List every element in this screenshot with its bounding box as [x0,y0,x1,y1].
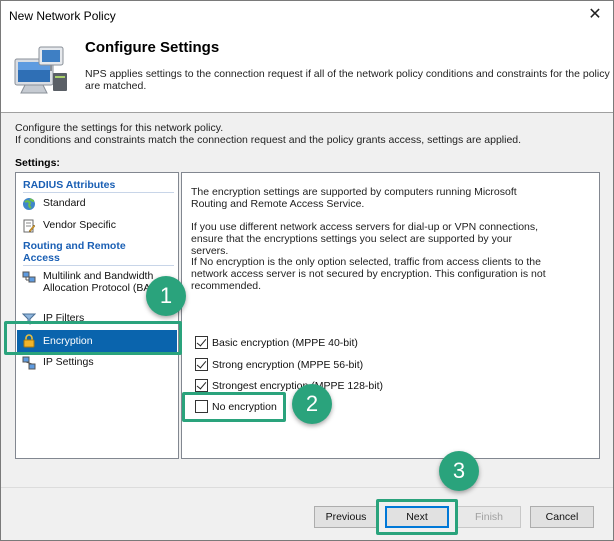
nav-item-vendor-specific[interactable]: Vendor Specific [22,219,174,233]
nav-item-multilink-label: Multilink and Bandwidth Allocation Proto… [43,270,161,294]
group-divider [23,265,174,266]
encryption-info-text: The encryption settings are supported by… [191,186,517,210]
cancel-button[interactable]: Cancel [530,506,594,528]
footer-divider [1,487,613,488]
strong-encryption-checkbox[interactable]: Strong encryption (MPPE 56-bit) [195,358,363,371]
intro-text: Configure the settings for this network … [15,122,605,146]
next-highlight [376,499,458,535]
group-routing-remote-access: Routing and Remote Access [23,240,126,264]
network-computer-icon [14,46,67,94]
step-3-badge: 3 [439,451,479,491]
step-1-badge: 1 [146,276,186,316]
encryption-highlight [4,321,182,355]
document-edit-icon [23,219,36,233]
previous-button[interactable]: Previous [314,506,378,528]
header-description: NPS applies settings to the connection r… [85,68,610,92]
strongest-encryption-checkbox[interactable]: Strongest encryption (MPPE 128-bit) [195,379,383,392]
nav-item-ip-settings-label: IP Settings [43,356,94,368]
close-icon[interactable]: ✕ [585,5,605,25]
no-encryption-warning-text: If No encryption is the only option sele… [191,256,546,292]
wizard-header: Configure Settings NPS applies settings … [1,31,613,113]
network-access-servers-text: If you use different network access serv… [191,221,539,257]
group-divider [23,192,174,193]
nav-item-vendor-specific-label: Vendor Specific [43,219,116,231]
network-link-icon [22,271,36,283]
basic-encryption-checkbox[interactable]: Basic encryption (MPPE 40-bit) [195,336,358,349]
page-title: Configure Settings [85,39,220,56]
step-2-badge: 2 [292,384,332,424]
checkbox-label: Basic encryption (MPPE 40-bit) [212,336,358,349]
group-radius-attributes: RADIUS Attributes [23,179,116,191]
intro-line-2: If conditions and constraints match the … [15,134,522,146]
settings-label: Settings: [15,157,60,169]
title-bar: New Network Policy ✕ [1,1,613,31]
nav-item-standard[interactable]: Standard [22,197,174,211]
new-network-policy-dialog: New Network Policy ✕ Configure Settings … [0,0,614,541]
nav-item-standard-label: Standard [43,197,86,209]
checkbox-label: Strong encryption (MPPE 56-bit) [212,358,364,371]
window-title: New Network Policy [9,9,116,23]
settings-nav-tree: RADIUS Attributes Standard Vendor Specif… [15,172,179,459]
checkbox-box[interactable] [195,379,208,392]
checkbox-box[interactable] [195,336,208,349]
nav-item-ip-settings[interactable]: IP Settings [22,356,174,370]
finish-button[interactable]: Finish [457,506,521,528]
intro-line-1: Configure the settings for this network … [15,122,224,134]
no-encryption-highlight [182,392,286,422]
globe-icon [23,198,35,210]
checkbox-box[interactable] [195,358,208,371]
computers-network-icon [22,356,36,370]
